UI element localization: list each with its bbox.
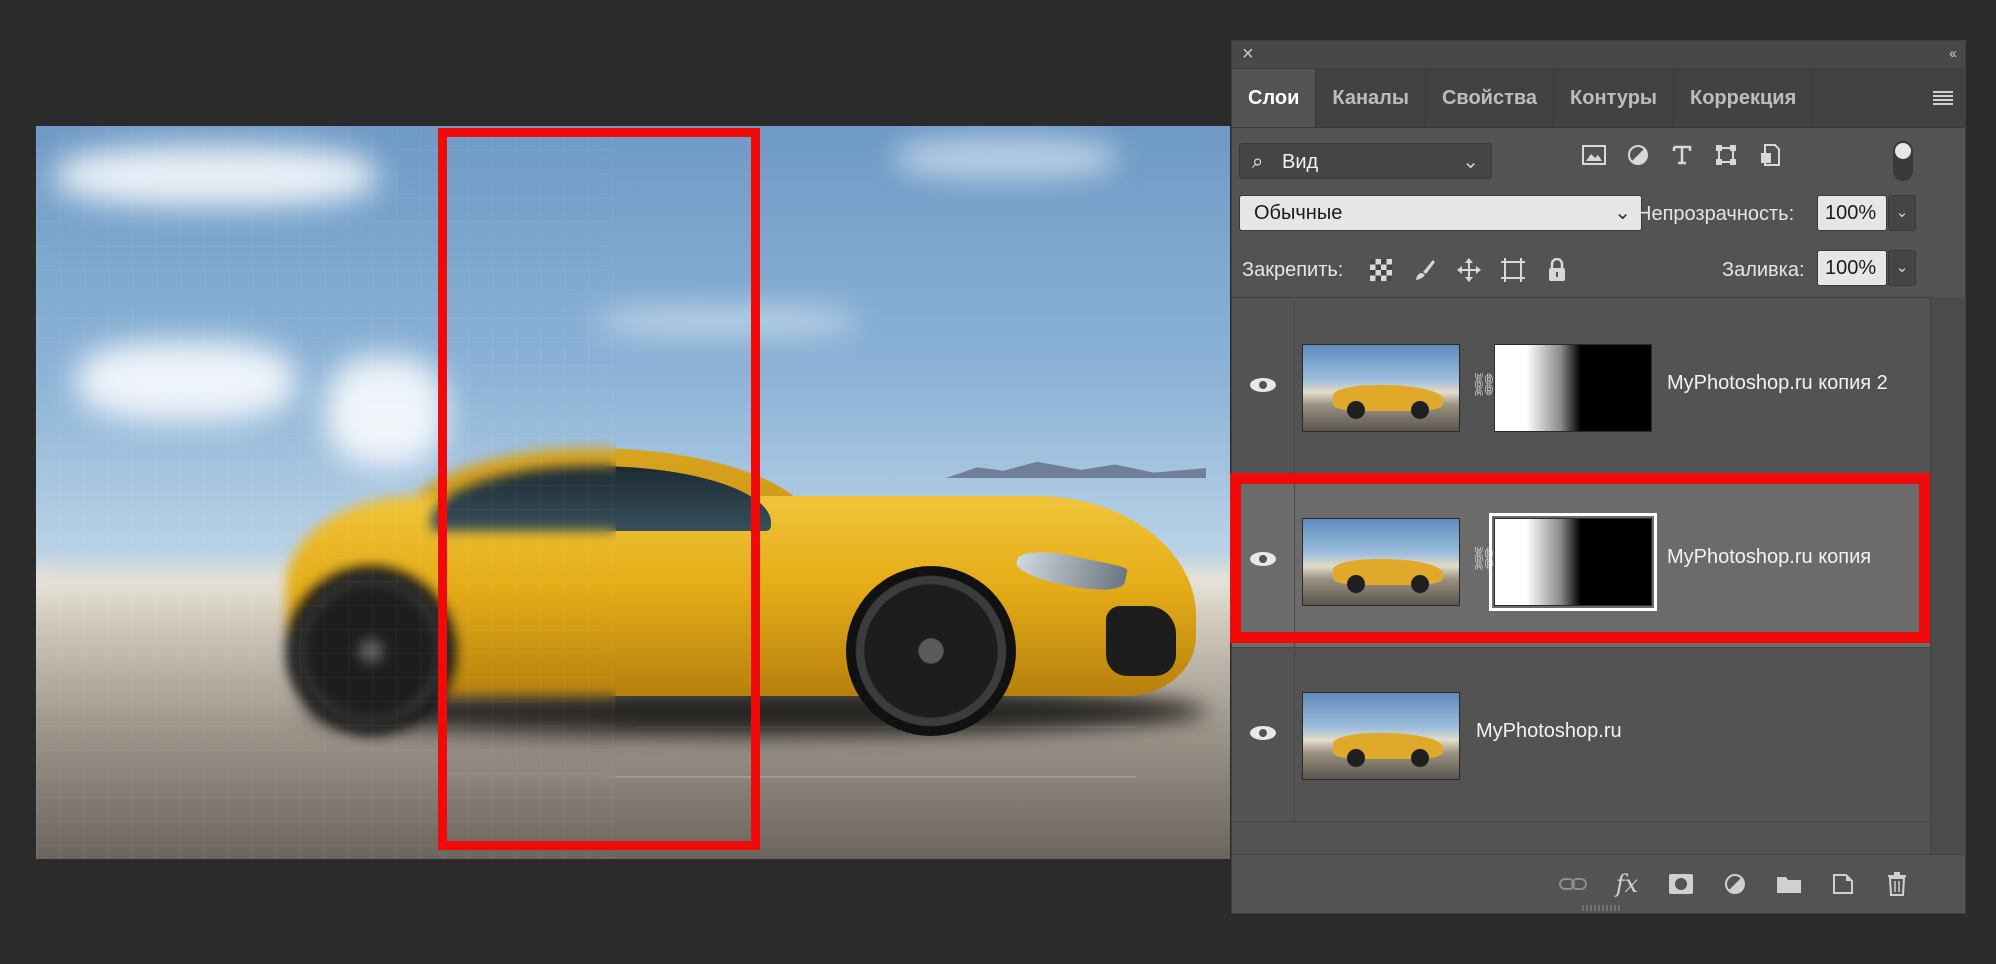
tab-properties[interactable]: Свойства xyxy=(1426,69,1555,127)
lock-position-icon[interactable] xyxy=(1454,255,1484,285)
layers-scrollbar[interactable] xyxy=(1930,297,1965,857)
resize-grip[interactable] xyxy=(1582,905,1622,911)
new-layer-icon[interactable] xyxy=(1827,869,1859,899)
tab-adjustments[interactable]: Коррекция xyxy=(1674,69,1814,127)
fill-label: Заливка: xyxy=(1722,259,1805,281)
trash-icon[interactable] xyxy=(1881,869,1913,899)
opacity-label: Непрозрачность: xyxy=(1637,203,1795,225)
annotation-rectangle xyxy=(1230,473,1930,643)
filter-icons xyxy=(1580,141,1784,169)
lock-pixels-icon[interactable] xyxy=(1410,255,1440,285)
panel-menu-icon[interactable] xyxy=(1933,91,1953,105)
layer-thumbnail[interactable] xyxy=(1302,344,1460,432)
layer-row[interactable]: ⛓ MyPhotoshop.ru копия 2 xyxy=(1232,302,1930,474)
tab-layers[interactable]: Слои xyxy=(1232,69,1317,127)
opacity-dropdown[interactable]: ⌄ xyxy=(1888,195,1916,231)
blend-mode-select[interactable]: Обычные ⌄ xyxy=(1239,195,1642,231)
lock-all-icon[interactable] xyxy=(1542,255,1572,285)
tab-channels[interactable]: Каналы xyxy=(1316,69,1426,127)
front-wheel xyxy=(846,566,1016,736)
document-canvas[interactable] xyxy=(36,126,1230,859)
eye-icon[interactable] xyxy=(1250,724,1276,742)
opacity-input[interactable]: 100% xyxy=(1817,195,1887,231)
lock-transparency-icon[interactable] xyxy=(1366,255,1396,285)
image-filter-icon[interactable] xyxy=(1580,141,1608,169)
shape-filter-icon[interactable] xyxy=(1712,141,1740,169)
layer-thumbnail[interactable] xyxy=(1302,692,1460,780)
lock-icons xyxy=(1366,255,1572,285)
fill-dropdown[interactable]: ⌄ xyxy=(1888,250,1916,286)
new-group-icon[interactable] xyxy=(1773,869,1805,899)
fill-input[interactable]: 100% xyxy=(1817,250,1887,286)
visibility-column xyxy=(1232,650,1295,821)
layer-name[interactable]: MyPhotoshop.ru xyxy=(1476,720,1622,743)
layer-row[interactable]: MyPhotoshop.ru xyxy=(1232,650,1930,822)
link-layers-icon[interactable] xyxy=(1557,869,1589,899)
fx-icon[interactable]: fx xyxy=(1611,869,1643,899)
filter-toggle[interactable] xyxy=(1893,141,1913,181)
grille xyxy=(1106,606,1176,676)
add-mask-icon[interactable] xyxy=(1665,869,1697,899)
layer-name[interactable]: MyPhotoshop.ru копия 2 xyxy=(1667,372,1888,395)
tab-paths[interactable]: Контуры xyxy=(1554,69,1674,127)
panel-tabs: Слои Каналы Свойства Контуры Коррекция xyxy=(1232,69,1965,128)
lock-label: Закрепить: xyxy=(1242,259,1344,281)
close-icon[interactable]: × xyxy=(1242,44,1254,64)
type-filter-icon[interactable] xyxy=(1668,141,1696,169)
blend-mode-value: Обычные xyxy=(1254,202,1343,224)
collapse-icon[interactable]: ‹‹ xyxy=(1949,45,1957,62)
panel-title-bar: × ‹‹ xyxy=(1232,41,1965,69)
search-icon: ⌕ xyxy=(1252,151,1264,173)
layer-mask-thumbnail[interactable] xyxy=(1494,344,1652,432)
adjustment-layer-icon[interactable] xyxy=(1719,869,1751,899)
eye-icon[interactable] xyxy=(1250,376,1276,394)
bottom-icons: fx xyxy=(1557,869,1913,899)
panel-bottom-bar: fx xyxy=(1232,854,1965,913)
adjustment-filter-icon[interactable] xyxy=(1624,141,1652,169)
layer-filter-select[interactable]: ⌕ Вид ⌄ xyxy=(1239,143,1492,179)
smart-object-filter-icon[interactable] xyxy=(1756,141,1784,169)
visibility-column xyxy=(1232,302,1295,473)
annotation-rectangle xyxy=(438,128,760,850)
chevron-down-icon: ⌄ xyxy=(1462,151,1479,173)
layers-panel: × ‹‹ Слои Каналы Свойства Контуры Коррек… xyxy=(1230,40,1966,914)
chevron-down-icon: ⌄ xyxy=(1614,202,1631,224)
cloud xyxy=(896,138,1116,178)
filter-label: Вид xyxy=(1282,151,1319,173)
lock-artboard-icon[interactable] xyxy=(1498,255,1528,285)
